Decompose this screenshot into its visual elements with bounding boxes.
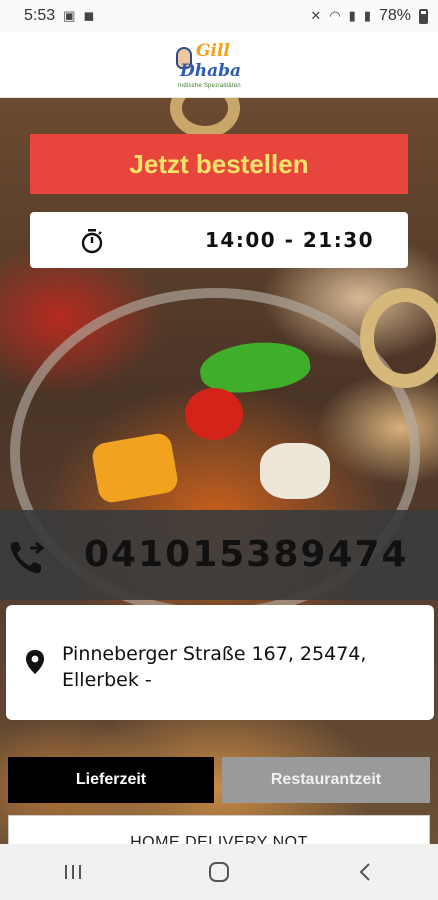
food-background-image bbox=[0, 98, 438, 844]
tab-restaurant-time[interactable]: Restaurantzeit bbox=[222, 757, 430, 803]
system-nav-bar bbox=[0, 844, 438, 900]
recents-icon[interactable] bbox=[43, 852, 103, 892]
decoration bbox=[185, 388, 243, 440]
status-time: 5:53 bbox=[24, 7, 56, 24]
logo-tagline: Indische Spezialitäten bbox=[178, 82, 241, 89]
wifi-icon: ◠ bbox=[329, 8, 341, 23]
status-left: 5:53 ▣ ◼ bbox=[24, 7, 94, 25]
back-icon[interactable] bbox=[335, 852, 395, 892]
decoration bbox=[170, 98, 240, 138]
order-now-button[interactable]: Jetzt bestellen bbox=[30, 134, 408, 194]
opening-hours: 14:00 - 21:30 bbox=[205, 228, 375, 252]
signal-icon: ▮ bbox=[348, 8, 356, 23]
restaurant-logo[interactable]: Gill Dhaba Indische Spezialitäten bbox=[174, 37, 264, 93]
opening-hours-box: 14:00 - 21:30 bbox=[30, 212, 408, 268]
timer-icon bbox=[81, 229, 103, 254]
app-header: Gill Dhaba Indische Spezialitäten bbox=[0, 32, 438, 98]
bag-icon: ◼ bbox=[83, 8, 95, 23]
status-bar: 5:53 ▣ ◼ ✕ ◠ ▮ ▮ 78% bbox=[0, 0, 438, 32]
mute-icon: ✕ bbox=[310, 8, 322, 23]
tab-delivery-time[interactable]: Lieferzeit bbox=[8, 757, 214, 803]
image-icon: ▣ bbox=[63, 8, 76, 23]
logo-dhaba: Dhaba bbox=[180, 60, 242, 81]
battery-percent: 78% bbox=[378, 7, 411, 24]
phone-number[interactable]: 041015389474 bbox=[84, 534, 409, 575]
address-card[interactable]: Pinneberger Straße 167, 25474, Ellerbek … bbox=[6, 605, 434, 720]
battery-icon bbox=[419, 8, 428, 24]
home-icon[interactable] bbox=[189, 852, 249, 892]
decoration bbox=[260, 443, 330, 499]
phone-forward-icon bbox=[10, 541, 45, 574]
signal-icon: ▮ bbox=[363, 8, 371, 23]
status-right: ✕ ◠ ▮ ▮ 78% bbox=[310, 7, 428, 25]
location-pin-icon bbox=[26, 650, 44, 674]
phone-bar[interactable]: 041015389474 bbox=[0, 510, 438, 600]
logo-gill: Gill bbox=[196, 40, 230, 61]
address-text: Pinneberger Straße 167, 25474, Ellerbek … bbox=[62, 643, 367, 691]
